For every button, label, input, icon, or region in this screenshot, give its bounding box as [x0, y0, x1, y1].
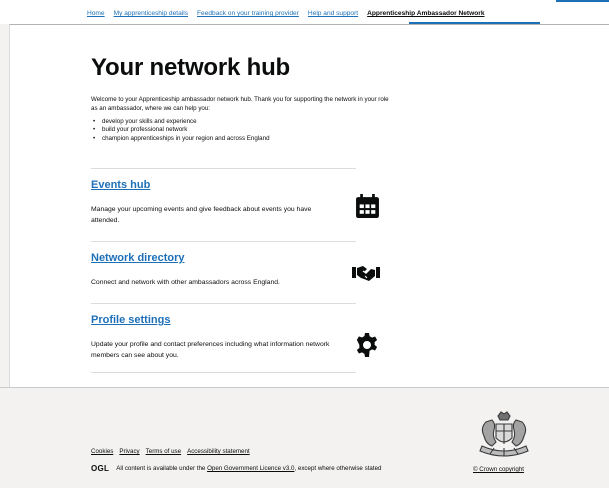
- footer-top-border: [0, 387, 609, 388]
- ogl-logo: OGL: [91, 464, 109, 473]
- footer-privacy-link[interactable]: Privacy: [119, 448, 139, 455]
- network-directory-link[interactable]: Network directory: [91, 252, 185, 264]
- events-hub-link[interactable]: Events hub: [91, 179, 150, 191]
- nav-help-link[interactable]: Help and support: [308, 10, 358, 24]
- network-directory-description: Connect and network with other ambassado…: [91, 278, 341, 289]
- benefits-list: develop your skills and experience build…: [93, 118, 270, 143]
- section-divider: [91, 241, 356, 242]
- list-item: build your professional network: [93, 126, 270, 134]
- intro-text: Welcome to your Apprenticeship ambassado…: [91, 95, 391, 113]
- section-divider: [91, 168, 356, 169]
- list-item: develop your skills and experience: [93, 118, 270, 126]
- nav-apprenticeship-details-link[interactable]: My apprenticeship details: [114, 10, 188, 24]
- events-hub-description: Manage your upcoming events and give fee…: [91, 205, 341, 226]
- gear-icon: [355, 333, 379, 357]
- footer-terms-link[interactable]: Terms of use: [146, 448, 181, 455]
- footer-cookies-link[interactable]: Cookies: [91, 448, 113, 455]
- section-divider: [91, 372, 356, 373]
- nav-home-link[interactable]: Home: [87, 10, 105, 24]
- nav-feedback-link[interactable]: Feedback on your training provider: [197, 10, 299, 24]
- footer-links: Cookies Privacy Terms of use Accessibili…: [91, 448, 250, 455]
- page-title: Your network hub: [91, 54, 290, 82]
- royal-coat-of-arms-icon: [474, 410, 534, 458]
- crown-copyright-link[interactable]: © Crown copyright: [473, 466, 524, 473]
- licence-suffix: , except where otherwise stated: [294, 465, 381, 472]
- licence-row: OGL All content is available under the O…: [91, 464, 381, 473]
- licence-prefix: All content is available under the: [116, 465, 205, 472]
- calendar-icon: [355, 194, 380, 219]
- profile-settings-link[interactable]: Profile settings: [91, 314, 170, 326]
- handshake-icon: [352, 264, 380, 282]
- header-accent-bar: [556, 0, 609, 2]
- section-divider: [91, 303, 356, 304]
- profile-settings-description: Update your profile and contact preferen…: [91, 340, 341, 361]
- list-item: champion apprenticeships in your region …: [93, 135, 270, 143]
- footer-accessibility-link[interactable]: Accessibility statement: [187, 448, 250, 455]
- open-government-licence-link[interactable]: Open Government Licence v3.0: [207, 465, 294, 472]
